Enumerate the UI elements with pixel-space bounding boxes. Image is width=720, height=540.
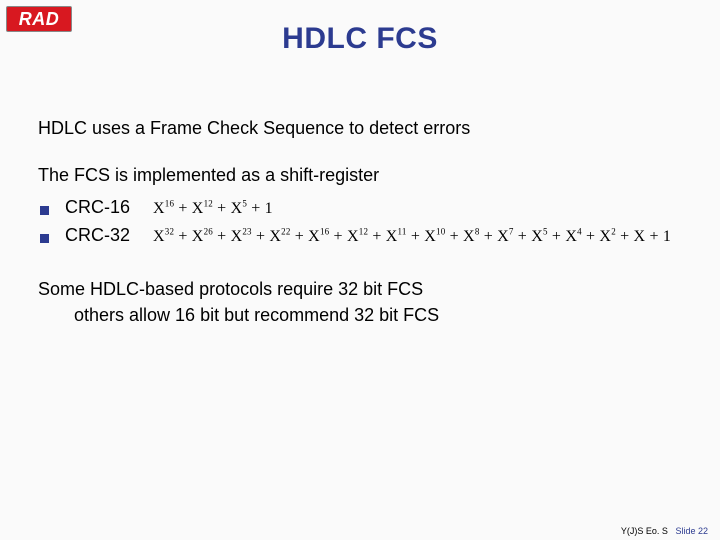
square-bullet-icon [40, 234, 49, 243]
crc-label: CRC-16 [65, 194, 153, 222]
protocols-line-2: others allow 16 bit but recommend 32 bit… [38, 302, 682, 328]
crc-polynomial: X32 + X26 + X23 + X22 + X16 + X12 + X11 … [153, 225, 671, 250]
intro-text: HDLC uses a Frame Check Sequence to dete… [38, 118, 682, 139]
slide-content: HDLC uses a Frame Check Sequence to dete… [0, 56, 720, 328]
slide-title: HDLC FCS [0, 0, 720, 56]
footer-author: Y(J)S Eo. S [621, 526, 668, 536]
square-bullet-icon [40, 206, 49, 215]
footer-slide-label: Slide [675, 526, 695, 536]
crc-polynomial: X16 + X12 + X5 + 1 [153, 197, 273, 222]
crc-item-crc-32: CRC-32X32 + X26 + X23 + X22 + X16 + X12 … [40, 222, 682, 250]
crc-label: CRC-32 [65, 222, 153, 250]
crc-list: CRC-16X16 + X12 + X5 + 1CRC-32X32 + X26 … [40, 194, 682, 250]
shift-register-text: The FCS is implemented as a shift-regist… [38, 165, 682, 186]
brand-logo-text: RAD [19, 9, 60, 30]
protocols-line-1: Some HDLC-based protocols require 32 bit… [38, 276, 682, 302]
crc-item-crc-16: CRC-16X16 + X12 + X5 + 1 [40, 194, 682, 222]
footer-slide-number: 22 [698, 526, 708, 536]
slide-footer: Y(J)S Eo. S Slide 22 [621, 526, 708, 536]
brand-logo: RAD [6, 6, 72, 32]
